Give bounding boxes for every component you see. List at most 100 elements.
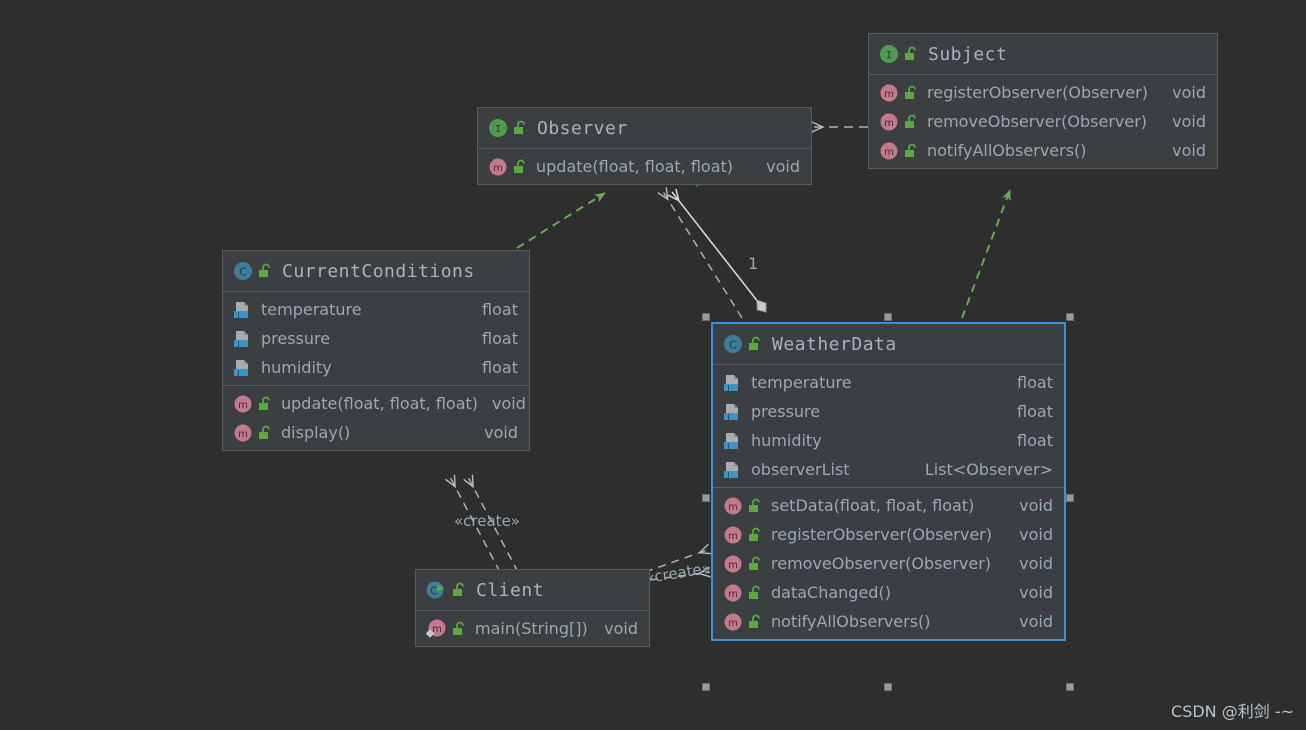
- resize-handle-se[interactable]: [1066, 683, 1074, 691]
- svg-text:C: C: [729, 339, 737, 352]
- method-label: dataChanged(): [771, 583, 891, 602]
- field-label: humidity: [751, 431, 822, 450]
- field-type: float: [482, 300, 518, 319]
- public-lock-icon: [257, 263, 272, 279]
- uml-class-current-conditions[interactable]: C CurrentConditions J temperature float …: [222, 250, 530, 451]
- svg-text:m: m: [238, 400, 248, 411]
- method-label: removeObserver(Observer): [927, 112, 1148, 131]
- field-row[interactable]: J pressure float: [223, 324, 529, 353]
- field-row[interactable]: J pressure float: [713, 397, 1064, 426]
- field-row[interactable]: J humidity float: [713, 426, 1064, 455]
- method-label: registerObserver(Observer): [927, 83, 1148, 102]
- field-icon: J: [723, 431, 742, 451]
- method-row[interactable]: m setData(float, float, float) void: [713, 491, 1064, 520]
- svg-text:J: J: [727, 413, 730, 421]
- node-header-observer[interactable]: I Observer: [478, 108, 811, 149]
- field-row[interactable]: J temperature float: [713, 368, 1064, 397]
- svg-text:J: J: [727, 384, 730, 392]
- field-icon: J: [233, 329, 252, 349]
- field-label: temperature: [261, 300, 362, 319]
- svg-text:m: m: [728, 531, 738, 542]
- field-row[interactable]: J observerList List<Observer>: [713, 455, 1064, 484]
- field-row[interactable]: J temperature float: [223, 295, 529, 324]
- method-label: main(String[]): [475, 619, 588, 638]
- method-label: registerObserver(Observer): [771, 525, 992, 544]
- uml-class-observer[interactable]: I Observer m update(float, float, float)…: [477, 107, 812, 185]
- methods-section-current-conditions: m update(float, float, float) void m dis…: [223, 385, 529, 450]
- method-label: notifyAllObservers(): [771, 612, 931, 631]
- method-row[interactable]: m registerObserver(Observer) void: [869, 78, 1217, 107]
- methods-section-subject: m registerObserver(Observer) void m remo…: [869, 75, 1217, 168]
- method-row[interactable]: m notifyAllObservers() void: [713, 607, 1064, 636]
- method-icon: m: [723, 525, 743, 545]
- method-icon: m: [723, 612, 743, 632]
- public-lock-icon: [747, 585, 762, 601]
- methods-section-observer: m update(float, float, float) void: [478, 149, 811, 184]
- resize-handle-sw[interactable]: [702, 683, 710, 691]
- resize-handle-n[interactable]: [884, 313, 892, 321]
- class-icon: C: [233, 261, 253, 281]
- method-return-type: void: [1172, 141, 1206, 160]
- node-header-weather-data[interactable]: C WeatherData: [713, 324, 1064, 365]
- public-lock-icon: [747, 336, 762, 352]
- resize-handle-s[interactable]: [884, 683, 892, 691]
- method-return-type: void: [1019, 496, 1053, 515]
- resize-handle-e[interactable]: [1066, 494, 1074, 502]
- diagram-canvas[interactable]: Observer : dependency (dashed, open arro…: [0, 0, 1306, 730]
- method-icon: m: [488, 157, 508, 177]
- method-row[interactable]: m update(float, float, float) void: [478, 152, 811, 181]
- public-lock-icon: [903, 143, 918, 159]
- method-row[interactable]: m registerObserver(Observer) void: [713, 520, 1064, 549]
- method-row[interactable]: m removeObserver(Observer) void: [869, 107, 1217, 136]
- method-return-type: void: [766, 157, 800, 176]
- method-label: setData(float, float, float): [771, 496, 975, 515]
- svg-text:m: m: [728, 618, 738, 629]
- method-icon: m: [879, 83, 899, 103]
- public-lock-icon: [903, 85, 918, 101]
- field-label: pressure: [261, 329, 331, 348]
- node-header-subject[interactable]: I Subject: [869, 34, 1217, 75]
- svg-text:J: J: [237, 340, 240, 348]
- node-title-subject: Subject: [928, 43, 1008, 65]
- uml-class-client[interactable]: C Client m main(String[]) void: [415, 569, 650, 647]
- resize-handle-w[interactable]: [702, 494, 710, 502]
- edge-multiplicity-one: 1: [748, 254, 759, 273]
- node-title-current-conditions: CurrentConditions: [282, 260, 475, 282]
- field-icon: J: [233, 358, 252, 378]
- svg-text:C: C: [239, 266, 247, 279]
- node-title-observer: Observer: [537, 117, 628, 139]
- field-type: List<Observer>: [924, 460, 1053, 479]
- public-lock-icon: [257, 425, 272, 441]
- edge-label-create-currentconditions: «create»: [454, 512, 520, 530]
- public-lock-icon: [451, 582, 466, 598]
- node-header-current-conditions[interactable]: C CurrentConditions: [223, 251, 529, 292]
- node-header-client[interactable]: C Client: [416, 570, 649, 611]
- method-row[interactable]: m removeObserver(Observer) void: [713, 549, 1064, 578]
- field-type: float: [1017, 402, 1053, 421]
- method-return-type: void: [1019, 554, 1053, 573]
- method-label: update(float, float, float): [536, 157, 734, 176]
- method-label: update(float, float, float): [281, 394, 479, 413]
- method-row[interactable]: m main(String[]) void: [416, 614, 649, 643]
- method-return-type: void: [604, 619, 638, 638]
- method-row[interactable]: m dataChanged() void: [713, 578, 1064, 607]
- method-row[interactable]: m display() void: [223, 418, 529, 447]
- uml-class-subject[interactable]: I Subject m registerObserver(Observer) v…: [868, 33, 1218, 169]
- field-type: float: [482, 358, 518, 377]
- method-row[interactable]: m update(float, float, float) void: [223, 389, 529, 418]
- method-return-type: void: [484, 423, 518, 442]
- main-method-icon: m: [425, 618, 447, 639]
- methods-section-weather-data: m setData(float, float, float) void m re…: [713, 487, 1064, 639]
- method-row[interactable]: m notifyAllObservers() void: [869, 136, 1217, 165]
- public-lock-icon: [747, 527, 762, 543]
- field-row[interactable]: J humidity float: [223, 353, 529, 382]
- methods-section-client: m main(String[]) void: [416, 611, 649, 646]
- field-icon: J: [233, 300, 252, 320]
- resize-handle-nw[interactable]: [702, 313, 710, 321]
- method-return-type: void: [1172, 112, 1206, 131]
- public-lock-icon: [747, 556, 762, 572]
- resize-handle-ne[interactable]: [1066, 313, 1074, 321]
- uml-class-weather-data[interactable]: C WeatherData J temperature float J pres…: [711, 322, 1066, 641]
- method-icon: m: [723, 496, 743, 516]
- public-lock-icon: [257, 396, 272, 412]
